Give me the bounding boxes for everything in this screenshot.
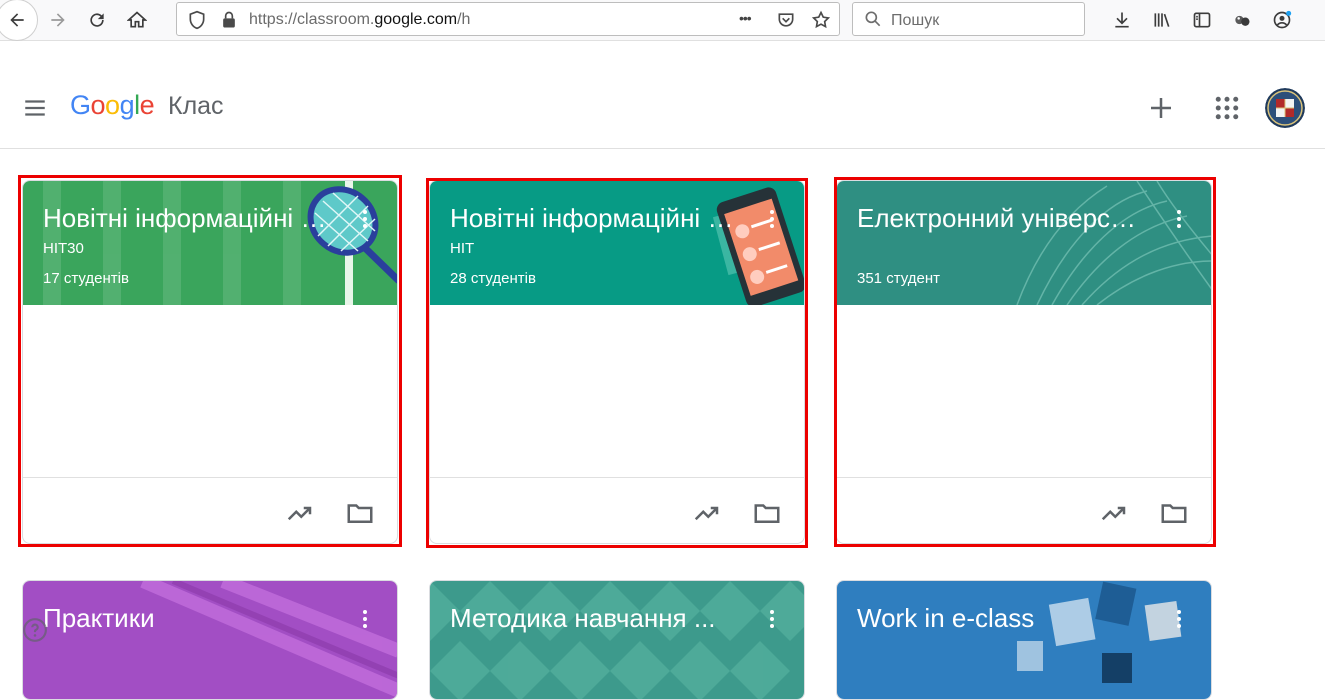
help-icon[interactable] [22, 617, 48, 643]
logo-letter: o [90, 90, 106, 120]
student-count: 17 студентів [43, 270, 129, 287]
pencils-illustration [140, 581, 397, 698]
url-prefix: https://classroom. [249, 11, 375, 28]
search-icon [865, 11, 881, 27]
course-card[interactable]: Методика навчання ... [429, 580, 805, 700]
more-vert-icon[interactable] [760, 607, 784, 631]
downloads-button[interactable] [1106, 4, 1138, 36]
pocket-icon[interactable] [776, 10, 796, 30]
search-placeholder: Пошук [891, 12, 940, 29]
trending-up-icon[interactable] [285, 498, 315, 528]
extension-icon [1235, 15, 1250, 26]
url-path: /h [457, 11, 471, 28]
avatar[interactable] [1265, 88, 1305, 128]
course-title[interactable]: Практики [43, 603, 333, 634]
more-vert-icon[interactable] [353, 607, 377, 631]
url-bar[interactable]: https://classroom.google.com/h ••• [176, 2, 840, 36]
sidebar-button[interactable] [1186, 4, 1218, 36]
home-icon [127, 11, 147, 28]
browser-toolbar: https://classroom.google.com/h ••• Пошук [0, 0, 1325, 41]
card-footer [837, 477, 1211, 543]
download-icon [1115, 12, 1129, 28]
course-banner[interactable]: Work in e-class [837, 581, 1211, 699]
library-button[interactable] [1146, 4, 1178, 36]
search-bar[interactable]: Пошук [852, 2, 1085, 36]
course-title[interactable]: Методика навчання ... [450, 603, 740, 634]
course-title[interactable]: Електронний університет [857, 203, 1147, 234]
arrow-left-icon [10, 13, 24, 27]
forward-button[interactable] [42, 4, 74, 36]
url-domain: google.com [374, 11, 458, 28]
course-section: НІТ [450, 240, 475, 257]
course-card[interactable]: Електронний університет 351 студент [836, 180, 1212, 544]
logo-letter: g [119, 90, 135, 120]
course-title[interactable]: Work in e-class [857, 603, 1147, 634]
plus-icon[interactable] [1146, 93, 1176, 123]
trending-up-icon[interactable] [1099, 498, 1129, 528]
student-count: 351 студент [857, 270, 940, 287]
apps-grid-icon[interactable] [1212, 93, 1242, 123]
course-card[interactable]: Новітні інформаційні технології НІТ30 17… [22, 180, 398, 544]
arrow-right-icon [51, 13, 65, 27]
course-banner[interactable]: Новітні інформаційні технології НІТ 28 с… [430, 181, 804, 305]
card-footer [430, 477, 804, 543]
page-actions-menu[interactable]: ••• [739, 10, 752, 26]
course-title[interactable]: Новітні інформаційні технології [450, 203, 740, 234]
product-name[interactable]: Клас [168, 92, 224, 121]
trending-up-icon[interactable] [692, 498, 722, 528]
reload-button[interactable] [81, 4, 113, 36]
hamburger-menu-icon[interactable] [22, 95, 48, 121]
course-banner[interactable]: Практики [23, 581, 397, 699]
student-count: 28 студентів [450, 270, 536, 287]
course-title[interactable]: Новітні інформаційні технології [43, 203, 333, 234]
more-vert-icon[interactable] [1167, 207, 1191, 231]
coat-of-arms-icon [1265, 88, 1305, 128]
more-vert-icon[interactable] [760, 207, 784, 231]
account-button[interactable] [1266, 4, 1298, 36]
shield-icon[interactable] [187, 10, 207, 30]
diamond-pattern-illustration [430, 581, 804, 699]
url-text: https://classroom.google.com/h [249, 11, 470, 29]
course-card[interactable]: Практики [22, 580, 398, 700]
star-bookmark-icon[interactable] [811, 10, 831, 30]
course-section: НІТ30 [43, 240, 84, 257]
logo-letter: o [105, 90, 120, 120]
course-card[interactable]: Work in e-class [836, 580, 1212, 700]
course-banner[interactable]: Новітні інформаційні технології НІТ30 17… [23, 181, 397, 305]
home-button[interactable] [121, 4, 153, 36]
card-footer [23, 477, 397, 543]
library-icon [1154, 13, 1170, 27]
sidebar-icon [1193, 12, 1211, 28]
back-button[interactable] [0, 0, 38, 41]
folder-icon[interactable] [1159, 498, 1189, 528]
more-vert-icon[interactable] [353, 207, 377, 231]
extension-button[interactable] [1226, 4, 1258, 36]
google-logo[interactable]: Google [70, 90, 155, 121]
reload-icon [90, 13, 104, 27]
folder-icon[interactable] [752, 498, 782, 528]
logo-letter: e [139, 90, 155, 120]
account-icon [1273, 10, 1292, 29]
course-banner[interactable]: Методика навчання ... [430, 581, 804, 699]
folder-icon[interactable] [345, 498, 375, 528]
office-supplies-illustration [1017, 581, 1182, 683]
app-header: Google Клас [0, 68, 1325, 149]
lock-icon[interactable] [219, 10, 239, 30]
course-card[interactable]: Новітні інформаційні технології НІТ 28 с… [429, 180, 805, 544]
logo-letter: G [70, 90, 91, 120]
more-vert-icon[interactable] [1167, 607, 1191, 631]
course-banner[interactable]: Електронний університет 351 студент [837, 181, 1211, 305]
